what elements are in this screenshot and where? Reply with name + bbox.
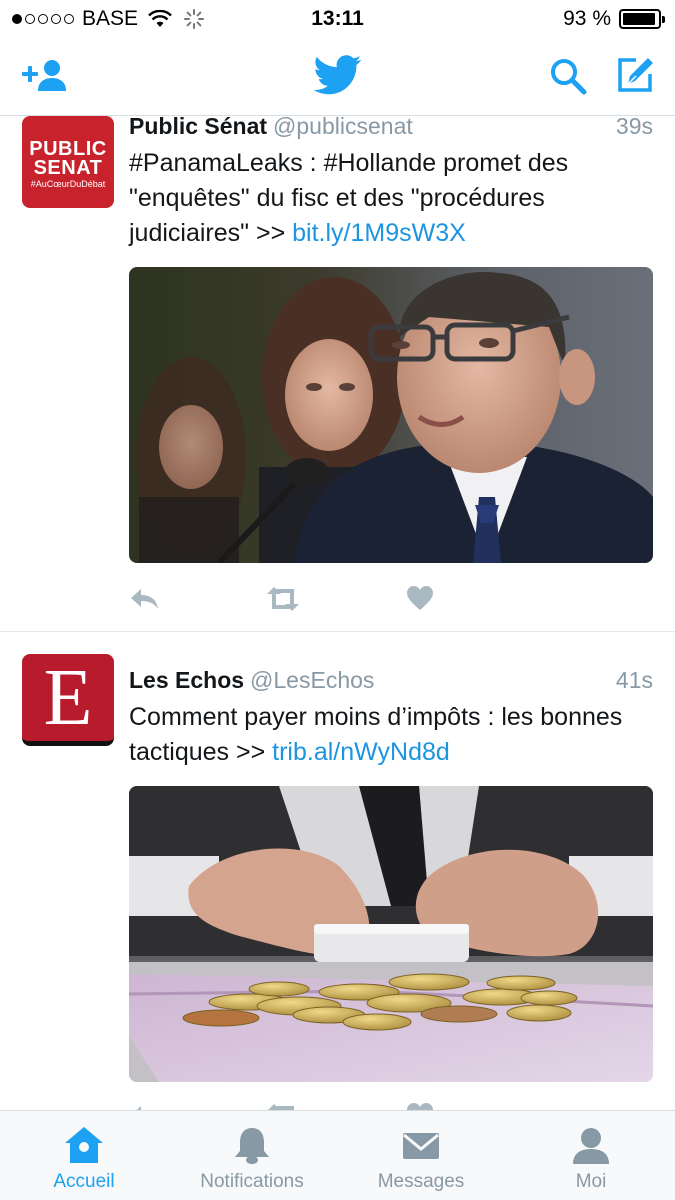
tab-label: Moi — [575, 1171, 607, 1192]
avatar-logo-letter: E — [43, 654, 93, 742]
author-name[interactable]: Les Echos — [129, 667, 244, 693]
top-navigation-bar — [0, 38, 675, 116]
like-icon[interactable] — [406, 585, 434, 611]
tweet-text: #PanamaLeaks : #Hollande promet des "enq… — [129, 146, 645, 251]
tab-label: Messages — [377, 1171, 465, 1192]
retweet-icon[interactable] — [265, 585, 301, 613]
status-right: 93 % — [563, 7, 665, 31]
tab-messages[interactable]: Messages — [337, 1111, 505, 1200]
tweet-header: Public Sénat @publicsenat 39s — [129, 116, 653, 143]
reply-icon[interactable] — [129, 585, 161, 613]
tweet-media-photo[interactable] — [129, 267, 653, 563]
tab-label: Notifications — [200, 1171, 304, 1192]
avatar[interactable]: PUBLIC SENAT #AuCœurDuDébat — [22, 116, 114, 208]
tweet-header: Les Echos @LesEchos 41s — [129, 667, 653, 697]
envelope-icon — [403, 1133, 439, 1159]
author-name[interactable]: Public Sénat — [129, 116, 267, 139]
tab-label: Accueil — [53, 1171, 115, 1192]
tweet-timestamp: 41s — [615, 667, 653, 693]
retweet-icon[interactable] — [265, 1102, 301, 1110]
avatar-logo-tagline: #AuCœurDuDébat — [30, 179, 106, 189]
like-icon[interactable] — [406, 1102, 434, 1110]
tweet-link[interactable]: bit.ly/1M9sW3X — [292, 219, 466, 247]
bottom-tab-bar: Accueil Notifications Messages Moi — [0, 1110, 675, 1200]
tweet-text: Comment payer moins d’impôts : les bonne… — [129, 700, 645, 770]
home-icon — [65, 1127, 103, 1163]
battery-icon — [619, 9, 665, 29]
tweet-link[interactable]: trib.al/nWyNd8d — [272, 738, 450, 766]
tab-home[interactable]: Accueil — [0, 1111, 168, 1200]
status-bar: BASE 13:11 93 % — [0, 0, 675, 38]
tweet-timestamp: 39s — [615, 116, 653, 139]
tweet-media-photo[interactable] — [129, 786, 653, 1082]
photo-image — [129, 786, 653, 1082]
add-user-icon[interactable] — [20, 58, 68, 94]
timeline-feed[interactable]: PUBLIC SENAT #AuCœurDuDébat Public Sénat… — [0, 116, 675, 1110]
search-icon[interactable] — [548, 56, 588, 96]
person-icon — [573, 1128, 609, 1164]
author-handle[interactable]: @LesEchos — [250, 667, 374, 693]
tab-notifications[interactable]: Notifications — [168, 1111, 336, 1200]
author-handle[interactable]: @publicsenat — [273, 116, 413, 139]
avatar[interactable]: E — [22, 654, 114, 746]
tweet-card[interactable]: PUBLIC SENAT #AuCœurDuDébat Public Sénat… — [0, 116, 675, 632]
tweet-card[interactable]: E Les Echos @LesEchos 41s Comment payer m… — [0, 632, 675, 1110]
photo-image — [129, 267, 653, 563]
avatar-logo-line1: PUBLIC — [29, 138, 107, 160]
avatar-logo-line2: SENAT — [33, 157, 103, 179]
battery-percent: 93 % — [563, 7, 611, 30]
reply-icon[interactable] — [129, 1102, 161, 1110]
tab-me[interactable]: Moi — [507, 1111, 675, 1200]
battery-level — [623, 13, 655, 25]
twitter-bird-icon[interactable] — [314, 55, 362, 95]
bell-icon — [235, 1128, 269, 1164]
compose-icon[interactable] — [614, 54, 656, 96]
